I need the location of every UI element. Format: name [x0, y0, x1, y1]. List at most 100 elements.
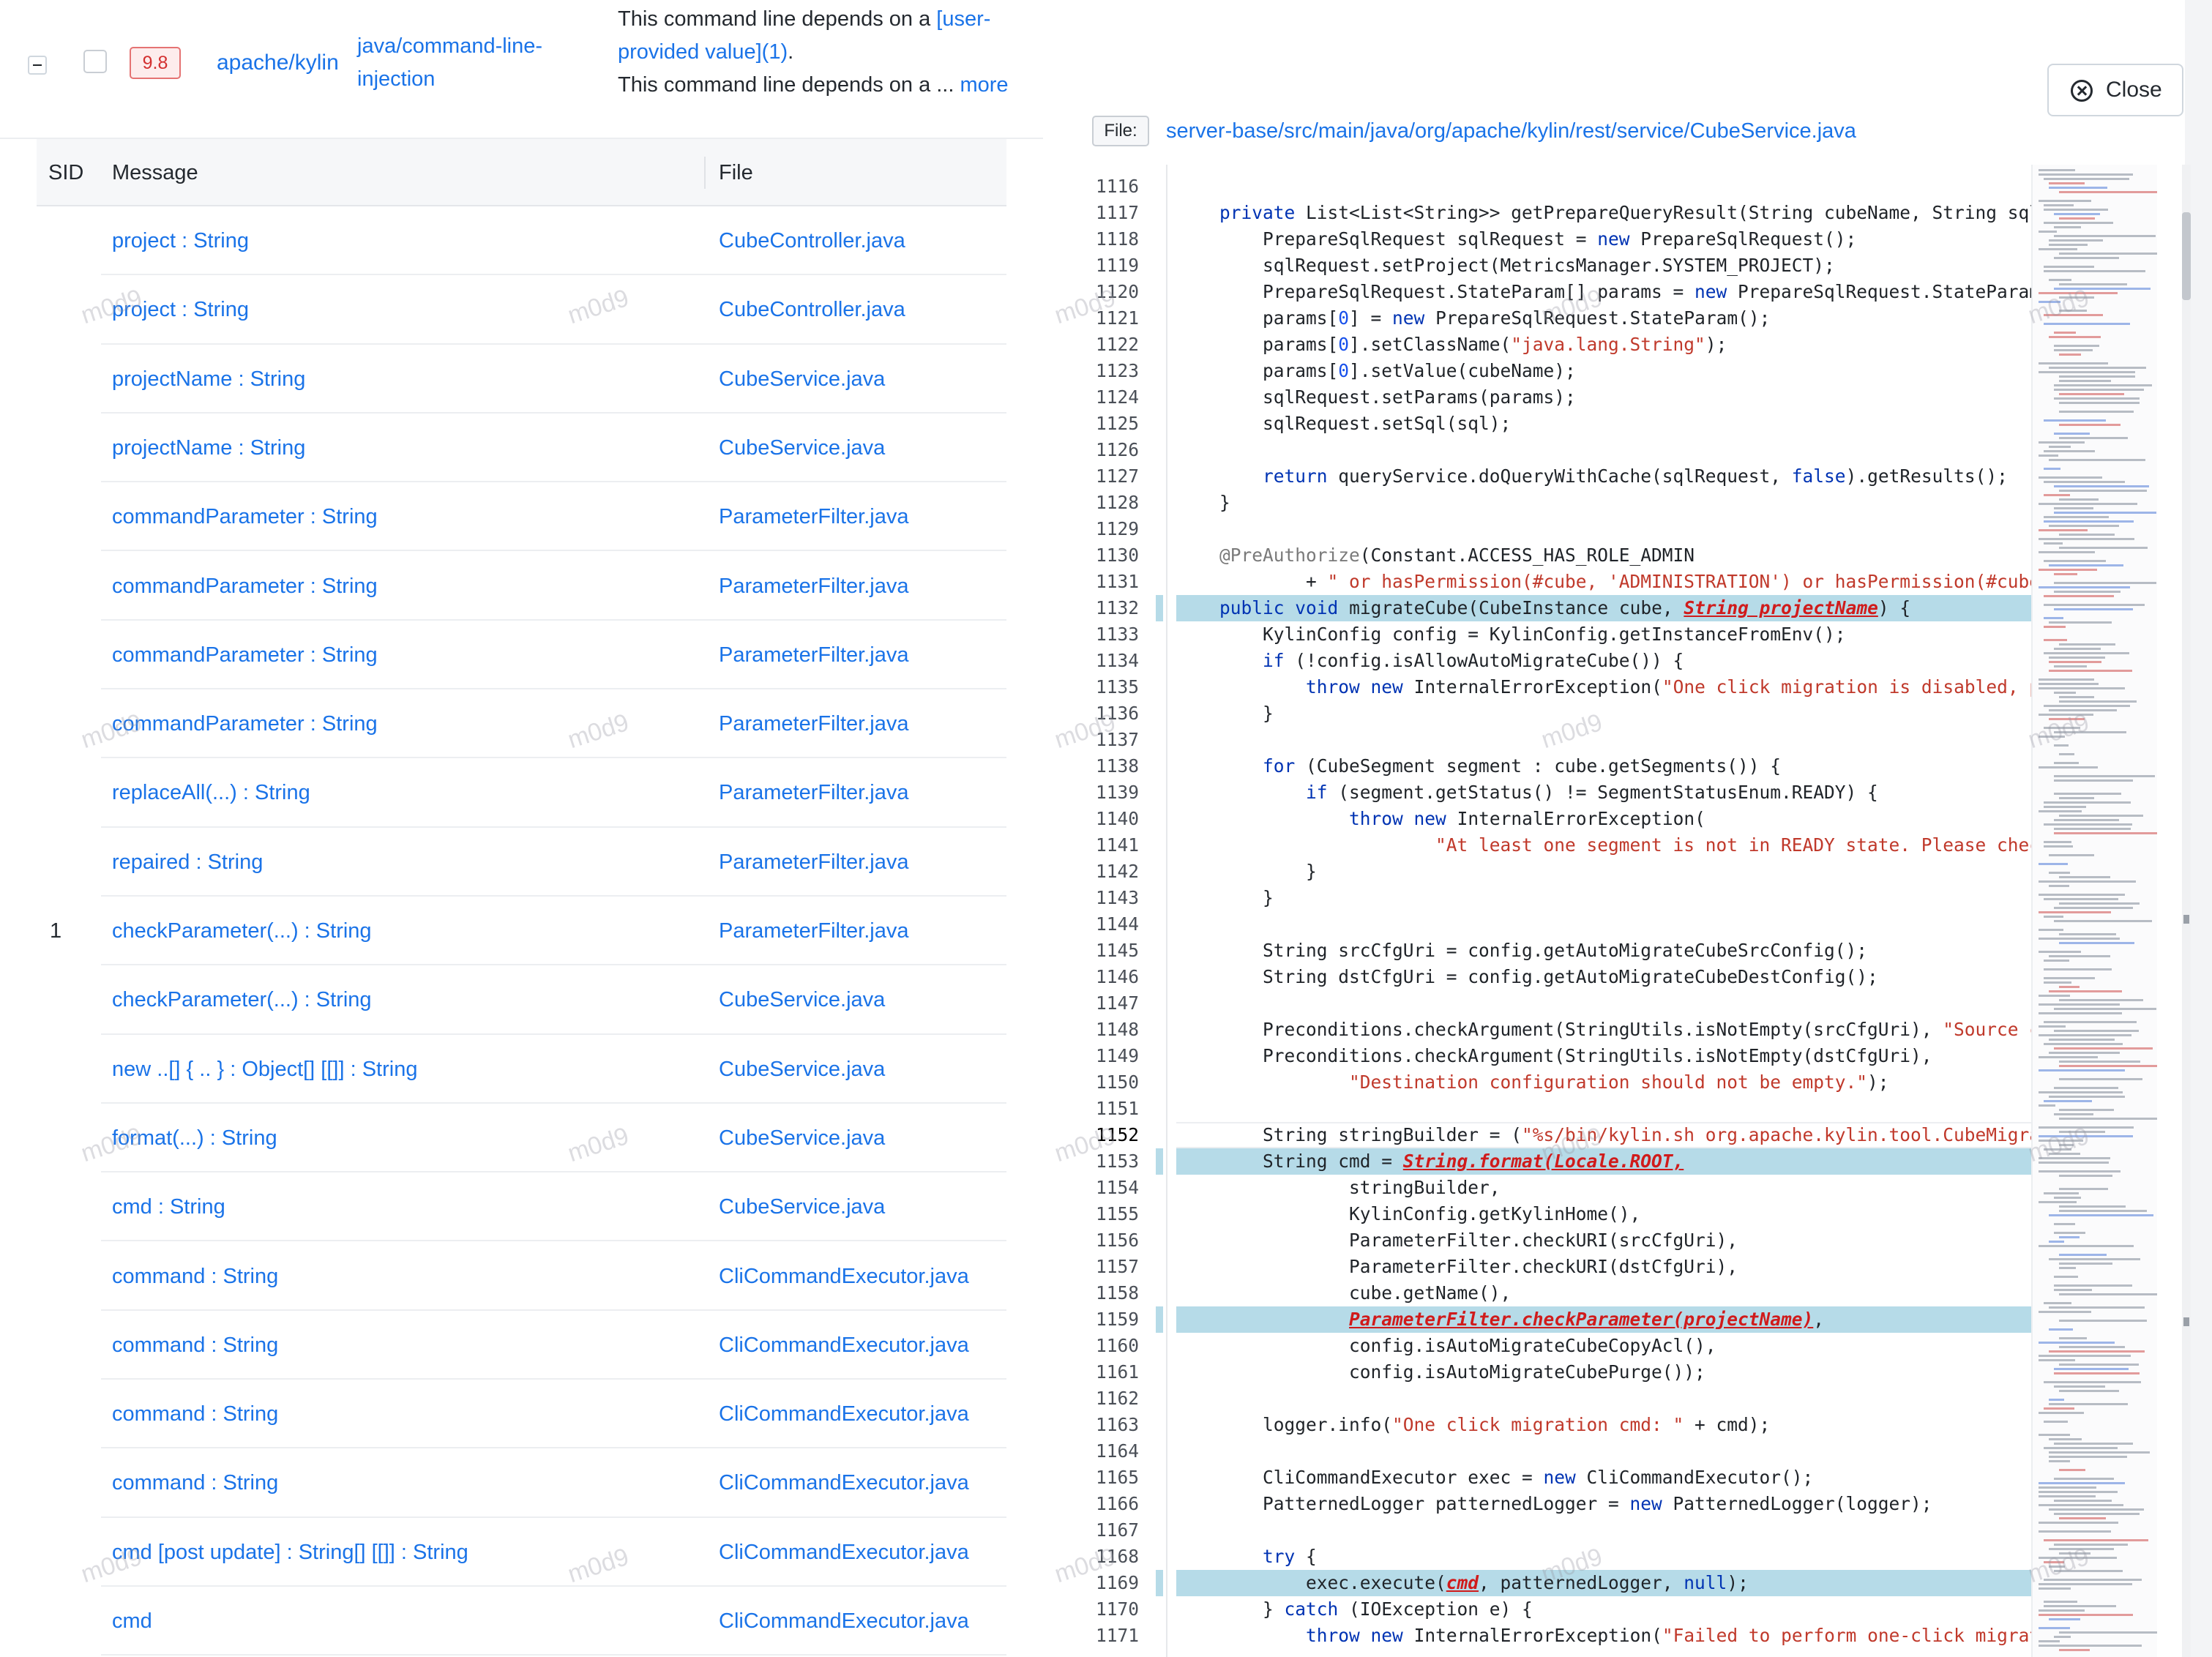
step-file-link[interactable]: CubeService.java [719, 1035, 885, 1104]
code-line[interactable]: 1144 [1096, 911, 2046, 938]
table-row[interactable]: 1 checkParameter(...) : String ParameterFi… [50, 897, 1006, 966]
step-file-link[interactable]: CubeController.java [719, 206, 905, 275]
more-link[interactable]: more [960, 73, 1008, 97]
code-line[interactable]: 1125 sqlRequest.setSql(sql); [1096, 411, 2046, 437]
code-line[interactable]: 1124 sqlRequest.setParams(params); [1096, 384, 2046, 411]
step-message-link[interactable]: command : String [112, 1448, 278, 1517]
step-message-link[interactable]: checkParameter(...) : String [112, 897, 372, 965]
code-line[interactable]: 1127 return queryService.doQueryWithCach… [1096, 463, 2046, 490]
table-row[interactable]: project : String CubeController.java [101, 206, 1006, 276]
step-message-link[interactable]: commandParameter : String [112, 482, 378, 551]
column-header-file[interactable]: File [719, 139, 753, 206]
step-file-link[interactable]: CubeController.java [719, 275, 905, 344]
code-line[interactable]: 1140 throw new InternalErrorException( [1096, 806, 2046, 832]
step-file-link[interactable]: CliCommandExecutor.java [719, 1311, 969, 1380]
table-row[interactable]: new ..[] { .. } : Object[] [[]] : String… [101, 1035, 1006, 1104]
code-line[interactable]: 1161 config.isAutoMigrateCubePurge()); [1096, 1359, 2046, 1385]
code-scrollbar-thumb[interactable] [2182, 212, 2191, 300]
step-file-link[interactable]: ParameterFilter.java [719, 828, 909, 897]
code-line[interactable]: 1137 [1096, 727, 2046, 753]
step-file-link[interactable]: ParameterFilter.java [719, 621, 909, 689]
code-line[interactable]: 1119 sqlRequest.setProject(MetricsManage… [1096, 253, 2046, 279]
table-row[interactable]: command : String CliCommandExecutor.java [101, 1448, 1006, 1518]
code-line[interactable]: 1151 [1096, 1096, 2046, 1122]
table-row[interactable]: projectName : String CubeService.java [101, 345, 1006, 414]
code-line[interactable]: 1139 if (segment.getStatus() != SegmentS… [1096, 779, 2046, 806]
step-message-link[interactable]: format(...) : String [112, 1104, 277, 1172]
column-header-sid[interactable]: SID [48, 139, 83, 206]
code-line[interactable]: 1133 KylinConfig config = KylinConfig.ge… [1096, 621, 2046, 648]
table-row[interactable]: commandParameter : String ParameterFilter… [101, 689, 1006, 759]
step-message-link[interactable]: new ..[] { .. } : Object[] [[]] : String [112, 1035, 417, 1104]
column-divider[interactable] [704, 157, 706, 189]
code-line[interactable]: 1152 String stringBuilder = ("%s/bin/kyl… [1096, 1122, 2046, 1148]
file-path-link[interactable]: server-base/src/main/java/org/apache/kyl… [1166, 116, 1856, 146]
code-line[interactable]: 1155 KylinConfig.getKylinHome(), [1096, 1201, 2046, 1227]
code-line[interactable]: 1147 [1096, 990, 2046, 1017]
code-line[interactable]: 1117 private List<List<String>> getPrepa… [1096, 200, 2046, 226]
code-line[interactable]: 1158 cube.getName(), [1096, 1280, 2046, 1306]
code-line[interactable]: 1136 } [1096, 700, 2046, 727]
step-file-link[interactable]: CliCommandExecutor.java [719, 1242, 969, 1311]
code-line[interactable]: 1146 String dstCfgUri = config.getAutoMi… [1096, 964, 2046, 990]
code-line-highlighted[interactable]: 1153 String cmd = String.format(Locale.R… [1096, 1148, 2046, 1175]
step-message-link[interactable]: project : String [112, 275, 249, 344]
step-message-link[interactable]: commandParameter : String [112, 552, 378, 621]
table-row[interactable]: command : String CliCommandExecutor.java [101, 1380, 1006, 1449]
code-line[interactable]: 1145 String srcCfgUri = config.getAutoMi… [1096, 938, 2046, 964]
step-file-link[interactable]: ParameterFilter.java [719, 482, 909, 551]
code-line[interactable]: 1118 PrepareSqlRequest sqlRequest = new … [1096, 226, 2046, 253]
step-message-link[interactable]: projectName : String [112, 345, 305, 414]
code-line[interactable]: 1134 if (!config.isAllowAutoMigrateCube(… [1096, 648, 2046, 674]
code-line[interactable]: 1154 stringBuilder, [1096, 1175, 2046, 1201]
code-line[interactable]: 1116 [1096, 173, 2046, 200]
collapse-icon[interactable] [28, 56, 47, 75]
step-message-link[interactable]: cmd : String [112, 1172, 225, 1241]
table-row[interactable]: commandParameter : String ParameterFilter… [101, 552, 1006, 621]
step-message-link[interactable]: cmd [post update] : String[] [[]] : Stri… [112, 1518, 468, 1587]
code-scrollbar[interactable] [2182, 165, 2191, 1657]
column-header-message[interactable]: Message [112, 139, 198, 206]
step-message-link[interactable]: projectName : String [112, 414, 305, 482]
step-message-link[interactable]: commandParameter : String [112, 689, 378, 758]
step-file-link[interactable]: CubeService.java [719, 1104, 885, 1172]
code-line[interactable]: 1128 } [1096, 490, 2046, 516]
code-line[interactable]: 1165 CliCommandExecutor exec = new CliCo… [1096, 1465, 2046, 1491]
table-row[interactable]: checkParameter(...) : String CubeService.… [101, 965, 1006, 1035]
step-file-link[interactable]: CubeService.java [719, 345, 885, 414]
table-row[interactable]: commandParameter : String ParameterFilter… [101, 621, 1006, 690]
step-file-link[interactable]: CliCommandExecutor.java [719, 1448, 969, 1517]
code-line[interactable]: 1123 params[0].setValue(cubeName); [1096, 358, 2046, 384]
code-line[interactable]: 1166 PatternedLogger patternedLogger = n… [1096, 1491, 2046, 1517]
code-line-highlighted[interactable]: 1132 public void migrateCube(CubeInstanc… [1096, 595, 2046, 621]
step-message-link[interactable]: project : String [112, 206, 249, 275]
step-message-link[interactable]: cmd [112, 1587, 152, 1656]
code-line-highlighted[interactable]: 1159 ParameterFilter.checkParameter(proj… [1096, 1306, 2046, 1333]
code-line[interactable]: 1157 ParameterFilter.checkURI(dstCfgUri)… [1096, 1254, 2046, 1280]
code-line[interactable]: 1167 [1096, 1517, 2046, 1544]
step-file-link[interactable]: ParameterFilter.java [719, 689, 909, 758]
row-checkbox[interactable] [83, 50, 107, 73]
code-line-highlighted[interactable]: 1169 exec.execute(cmd, patternedLogger, … [1096, 1570, 2046, 1596]
table-row[interactable]: replaceAll(...) : String ParameterFilter.… [101, 758, 1006, 828]
rule-link[interactable]: java/command-line-injection [357, 30, 562, 96]
code-line[interactable]: 1160 config.isAutoMigrateCubeCopyAcl(), [1096, 1333, 2046, 1359]
table-row[interactable]: cmd CliCommandExecutor.java [101, 1587, 1006, 1656]
code-line[interactable]: 1131 + " or hasPermission(#cube, 'ADMINI… [1096, 569, 2046, 595]
table-row[interactable]: projectName : String CubeService.java [101, 414, 1006, 483]
code-line[interactable]: 1171 throw new InternalErrorException("F… [1096, 1623, 2046, 1649]
close-button[interactable]: Close [2047, 64, 2183, 116]
step-file-link[interactable]: ParameterFilter.java [719, 897, 909, 965]
table-row[interactable]: commandParameter : String ParameterFilter… [101, 482, 1006, 552]
table-row[interactable]: repaired : String ParameterFilter.java [101, 828, 1006, 897]
step-message-link[interactable]: command : String [112, 1242, 278, 1311]
code-line[interactable]: 1142 } [1096, 859, 2046, 885]
code-line[interactable]: 1135 throw new InternalErrorException("O… [1096, 674, 2046, 700]
step-file-link[interactable]: CliCommandExecutor.java [719, 1587, 969, 1656]
step-file-link[interactable]: CubeService.java [719, 414, 885, 482]
code-line[interactable]: 1164 [1096, 1438, 2046, 1465]
code-line[interactable]: 1126 [1096, 437, 2046, 463]
step-message-link[interactable]: commandParameter : String [112, 621, 378, 689]
step-message-link[interactable]: repaired : String [112, 828, 263, 897]
repository-link[interactable]: apache/kylin [217, 48, 339, 78]
